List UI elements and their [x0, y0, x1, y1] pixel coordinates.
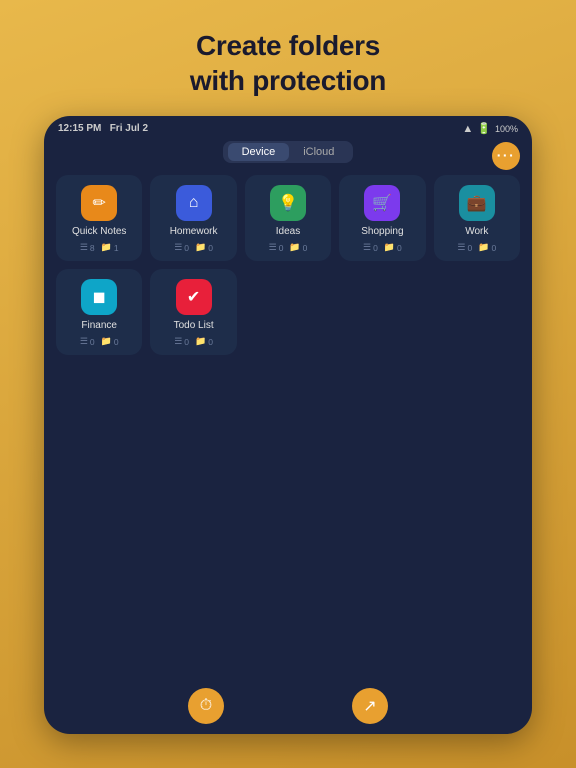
folder-grid: ✏Quick Notes☰8📁1⌂Homework☰0📁0💡Ideas☰0📁0🛒… — [44, 171, 532, 367]
more-dots-icon: ··· — [497, 148, 516, 162]
folder-icon: 💡 — [270, 185, 306, 221]
sync-button[interactable]: ↗ — [352, 688, 388, 724]
bottom-bar: ⏱ ↗ — [44, 678, 532, 734]
wifi-icon: ▲ — [462, 123, 473, 135]
folder-meta: ☰0📁0 — [80, 336, 119, 347]
folder-icon: ✏ — [81, 185, 117, 221]
clock-button[interactable]: ⏱ — [188, 688, 224, 724]
folder-icon: 💼 — [459, 185, 495, 221]
folder-name: Shopping — [361, 226, 403, 237]
folder-card-finance[interactable]: ◼ Finance ☰0📁0 — [56, 269, 142, 355]
folder-name: Finance — [81, 320, 117, 331]
folder-name: Work — [465, 226, 488, 237]
folder-name: Homework — [170, 226, 218, 237]
folder-meta: ☰0📁0 — [269, 242, 308, 253]
folder-name: Ideas — [276, 226, 300, 237]
folder-card-quick-notes[interactable]: ✏ Quick Notes ☰8📁1 — [56, 175, 142, 261]
folder-icon: ✔ — [176, 279, 212, 315]
folder-card-homework[interactable]: ⌂ Homework ☰0📁0 — [150, 175, 236, 261]
folder-icon: ◼ — [81, 279, 117, 315]
folder-name: Quick Notes — [72, 226, 126, 237]
folder-meta: ☰0📁0 — [174, 336, 213, 347]
status-right: ▲ 🔋 100% — [462, 122, 518, 135]
sync-icon: ↗ — [363, 696, 376, 716]
status-time: 12:15 PM Fri Jul 2 — [58, 123, 148, 134]
folder-icon: 🛒 — [364, 185, 400, 221]
folder-card-work[interactable]: 💼 Work ☰0📁0 — [434, 175, 520, 261]
folder-icon: ⌂ — [176, 185, 212, 221]
status-bar: 12:15 PM Fri Jul 2 ▲ 🔋 100% — [44, 116, 532, 137]
tab-device[interactable]: Device — [228, 143, 290, 161]
battery-icon: 🔋 — [477, 122, 491, 135]
tab-row: Device iCloud — [223, 141, 353, 163]
folder-meta: ☰0📁0 — [457, 242, 496, 253]
folder-card-shopping[interactable]: 🛒 Shopping ☰0📁0 — [339, 175, 425, 261]
headline: Create folders with protection — [190, 28, 386, 98]
folder-card-todo-list[interactable]: ✔ Todo List ☰0📁0 — [150, 269, 236, 355]
device-frame: 12:15 PM Fri Jul 2 ▲ 🔋 100% Device iClou… — [44, 116, 532, 734]
more-button[interactable]: ··· — [492, 142, 520, 170]
folder-meta: ☰0📁0 — [363, 242, 402, 253]
folder-name: Todo List — [174, 320, 214, 331]
folder-meta: ☰8📁1 — [80, 242, 119, 253]
folder-meta: ☰0📁0 — [174, 242, 213, 253]
clock-icon: ⏱ — [200, 697, 212, 715]
tab-icloud[interactable]: iCloud — [289, 143, 348, 161]
folder-card-ideas[interactable]: 💡 Ideas ☰0📁0 — [245, 175, 331, 261]
